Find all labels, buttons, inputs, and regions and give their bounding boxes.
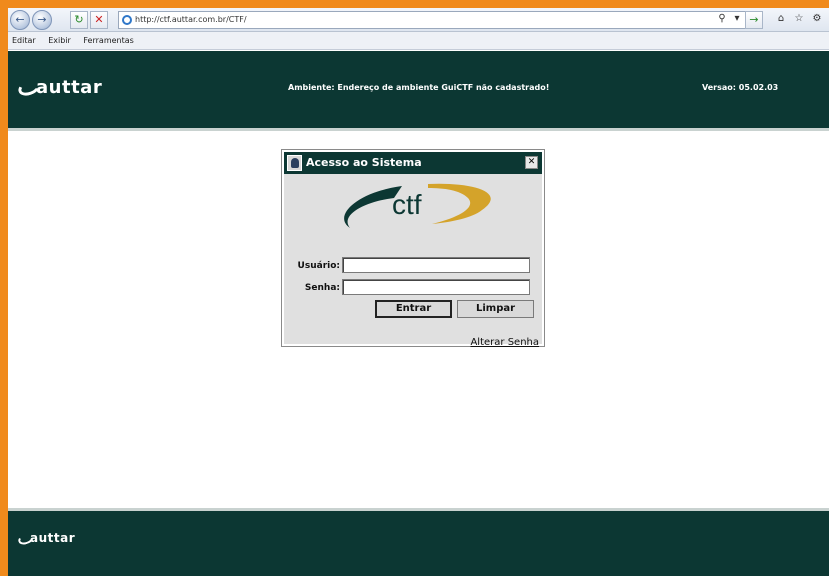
entrar-button[interactable]: Entrar [375,300,452,318]
refresh-icon[interactable]: ↻ [70,11,88,29]
ctf-logo-text: ctf [392,189,422,220]
browser-window: ← → ↻ ✕ http://ctf.auttar.com.br/CTF/ ⚲ … [8,8,829,576]
ie-logo-icon [122,15,132,25]
usuario-label: Usuário: [297,261,340,271]
dropdown-icon[interactable]: ▾ [730,11,744,29]
home-icon[interactable]: ⌂ [774,11,788,29]
page-header: auttar Ambiente: Endereço de ambiente Gu… [8,51,829,131]
ambiente-status: Ambiente: Endereço de ambiente GuiCTF nã… [288,83,550,92]
senha-input[interactable] [342,279,530,295]
menu-item-ferramentas[interactable]: Ferramentas [83,36,133,45]
address-url: http://ctf.auttar.com.br/CTF/ [135,15,247,24]
auttar-logo: auttar [16,77,102,99]
star-icon[interactable]: ☆ [792,11,806,29]
dialog-titlebar: Acesso ao Sistema ✕ [284,152,542,174]
menu-bar: Editar Exibir Ferramentas [8,32,829,50]
footer-auttar-logo: auttar [16,531,75,547]
back-arrow-icon[interactable]: ← [10,10,30,30]
search-icon[interactable]: ⚲ [715,11,729,29]
page-footer: auttar [8,508,829,576]
senha-label: Senha: [304,283,340,293]
menu-item-editar[interactable]: Editar [12,36,36,45]
address-bar[interactable]: http://ctf.auttar.com.br/CTF/ [118,11,748,29]
stop-icon[interactable]: ✕ [90,11,108,29]
usuario-input[interactable] [342,257,530,273]
browser-toolbar: ← → ↻ ✕ http://ctf.auttar.com.br/CTF/ ⚲ … [8,8,829,32]
login-dialog: Acesso ao Sistema ✕ ctf Usuário: Senha: … [281,149,545,348]
gear-icon[interactable]: ⚙ [810,11,824,29]
alterar-senha-link[interactable]: Alterar Senha [470,337,539,348]
menu-item-exibir[interactable]: Exibir [48,36,71,45]
close-icon[interactable]: ✕ [525,156,538,169]
user-icon [287,155,302,171]
limpar-button[interactable]: Limpar [457,300,534,318]
ctf-logo: ctf [344,183,491,228]
dialog-title: Acesso ao Sistema [306,156,422,169]
versao-label: Versao: 05.02.03 [702,83,779,92]
forward-arrow-icon[interactable]: → [32,10,52,30]
go-arrow-icon[interactable]: → [745,11,763,29]
